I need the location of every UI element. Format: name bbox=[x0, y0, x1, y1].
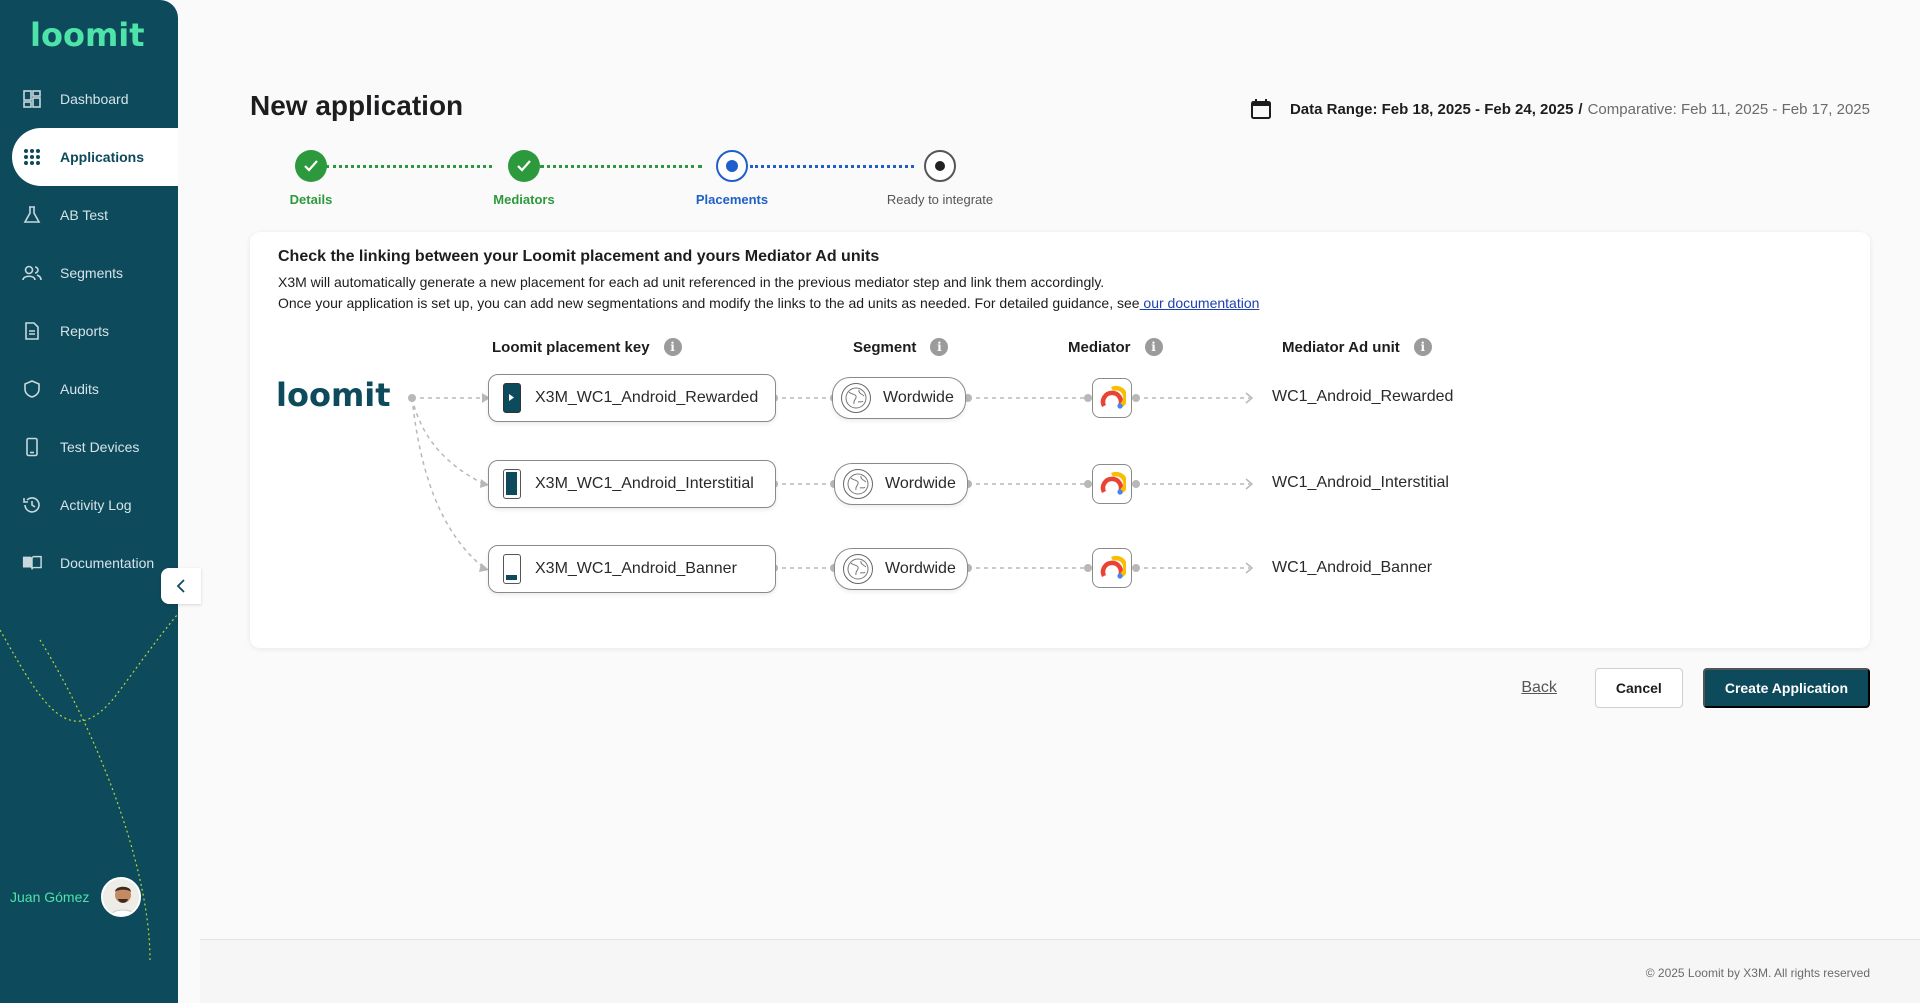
comparative-range-label: Comparative: Feb 11, 2025 - Feb 17, 2025 bbox=[1587, 100, 1870, 118]
segment-pill[interactable]: Wordwide bbox=[834, 548, 968, 590]
placement-key-rewarded[interactable]: X3M_WC1_Android_Rewarded bbox=[488, 374, 776, 422]
copyright-text: © 2025 Loomit by X3M. All rights reserve… bbox=[1645, 966, 1870, 980]
placement-key-interstitial[interactable]: X3M_WC1_Android_Interstitial bbox=[488, 460, 776, 508]
step-mediators[interactable]: Mediators bbox=[469, 150, 579, 207]
interstitial-device-icon bbox=[503, 469, 521, 499]
step-ready-to-integrate[interactable]: Ready to integrate bbox=[885, 150, 995, 207]
globe-icon bbox=[841, 383, 871, 413]
sidebar-item-label: Dashboard bbox=[60, 91, 129, 107]
sidebar-item-segments[interactable]: Segments bbox=[0, 244, 178, 302]
placement-key-label: X3M_WC1_Android_Rewarded bbox=[535, 389, 759, 406]
sidebar-item-test-devices[interactable]: Test Devices bbox=[0, 418, 178, 476]
sidebar-item-label: Reports bbox=[60, 323, 110, 339]
sidebar-item-reports[interactable]: Reports bbox=[0, 302, 178, 360]
shield-icon bbox=[22, 379, 42, 399]
pending-step-icon bbox=[924, 150, 956, 182]
loomit-logo[interactable]: loomit bbox=[30, 14, 150, 54]
rewarded-device-icon bbox=[503, 383, 521, 413]
admob-mediator-icon[interactable] bbox=[1092, 378, 1132, 418]
segment-label: Wordwide bbox=[883, 389, 954, 406]
user-profile[interactable]: Juan Gómez bbox=[10, 877, 142, 917]
wizard-actions: Back Cancel Create Application bbox=[1521, 668, 1870, 708]
svg-text:loomit: loomit bbox=[276, 376, 391, 414]
date-range-separator: / bbox=[1578, 100, 1583, 118]
placements-card: Check the linking between your Loomit pl… bbox=[250, 232, 1870, 648]
wizard-stepper: Details Mediators Placements Ready to in… bbox=[246, 150, 993, 210]
footer: © 2025 Loomit by X3M. All rights reserve… bbox=[200, 939, 1920, 1003]
sidebar-item-audits[interactable]: Audits bbox=[0, 360, 178, 418]
placement-key-banner[interactable]: X3M_WC1_Android_Banner bbox=[488, 545, 776, 593]
step-label: Mediators bbox=[493, 192, 555, 207]
back-link[interactable]: Back bbox=[1521, 679, 1557, 697]
sidebar-item-label: Applications bbox=[60, 149, 145, 165]
sidebar-item-documentation[interactable]: Documentation bbox=[0, 534, 178, 592]
dashboard-icon bbox=[22, 89, 42, 109]
grid-icon bbox=[22, 147, 42, 167]
phone-icon bbox=[22, 437, 42, 457]
segment-pill[interactable]: Wordwide bbox=[834, 463, 968, 505]
placement-key-label: X3M_WC1_Android_Banner bbox=[535, 560, 737, 577]
chevron-left-icon bbox=[176, 579, 185, 593]
step-placements[interactable]: Placements bbox=[677, 150, 787, 207]
sidebar-item-label: Activity Log bbox=[60, 497, 132, 513]
date-range-label: Data Range: Feb 18, 2025 - Feb 24, 2025 bbox=[1289, 100, 1574, 118]
check-icon bbox=[508, 150, 540, 182]
sidebar-nav: Dashboard Applications AB Test Segments … bbox=[0, 70, 178, 592]
cancel-button[interactable]: Cancel bbox=[1594, 668, 1683, 708]
date-range-selector[interactable]: Data Range: Feb 18, 2025 - Feb 24, 2025 … bbox=[1250, 98, 1870, 120]
sidebar-item-ab-test[interactable]: AB Test bbox=[0, 186, 178, 244]
sidebar-item-dashboard[interactable]: Dashboard bbox=[0, 70, 178, 128]
admob-mediator-icon[interactable] bbox=[1092, 548, 1132, 588]
sidebar-item-activity-log[interactable]: Activity Log bbox=[0, 476, 178, 534]
svg-text:loomit: loomit bbox=[30, 16, 145, 54]
globe-icon bbox=[843, 554, 873, 584]
sidebar-item-label: Audits bbox=[60, 381, 99, 397]
calendar-icon bbox=[1250, 99, 1271, 119]
collapse-sidebar-button[interactable] bbox=[161, 568, 201, 604]
placement-key-label: X3M_WC1_Android_Interstitial bbox=[535, 475, 754, 492]
create-application-button[interactable]: Create Application bbox=[1702, 668, 1870, 708]
loomit-flow-logo: loomit bbox=[276, 376, 391, 414]
step-label: Details bbox=[289, 192, 333, 207]
admob-mediator-icon[interactable] bbox=[1092, 464, 1132, 504]
flask-icon bbox=[22, 205, 42, 225]
document-icon bbox=[22, 321, 42, 341]
sidebar-item-label: Documentation bbox=[60, 555, 155, 571]
sidebar-item-label: Segments bbox=[60, 265, 124, 281]
users-icon bbox=[22, 263, 42, 283]
ad-unit-label: WC1_Android_Rewarded bbox=[1272, 388, 1454, 405]
sidebar-item-label: AB Test bbox=[60, 207, 108, 223]
sidebar-item-label: Test Devices bbox=[60, 439, 140, 455]
step-label: Ready to integrate bbox=[886, 192, 994, 207]
check-icon bbox=[295, 150, 327, 182]
history-icon bbox=[22, 495, 42, 515]
step-details[interactable]: Details bbox=[256, 150, 366, 207]
current-step-icon bbox=[716, 150, 748, 182]
globe-icon bbox=[843, 469, 873, 499]
avatar[interactable] bbox=[101, 877, 142, 917]
sidebar-item-applications[interactable]: Applications bbox=[12, 128, 178, 186]
main-content: New application Data Range: Feb 18, 2025… bbox=[200, 0, 1920, 940]
user-name: Juan Gómez bbox=[10, 889, 90, 905]
banner-device-icon bbox=[503, 554, 521, 584]
ad-unit-label: WC1_Android_Interstitial bbox=[1272, 474, 1449, 491]
segment-pill[interactable]: Wordwide bbox=[832, 377, 966, 419]
page-title: New application bbox=[250, 90, 464, 121]
segment-label: Wordwide bbox=[885, 560, 956, 577]
step-label: Placements bbox=[695, 192, 769, 207]
ad-unit-label: WC1_Android_Banner bbox=[1272, 559, 1433, 576]
book-icon bbox=[22, 553, 42, 573]
segment-label: Wordwide bbox=[885, 475, 956, 492]
sidebar: loomit Dashboard Applications AB Test Se… bbox=[0, 0, 178, 1003]
